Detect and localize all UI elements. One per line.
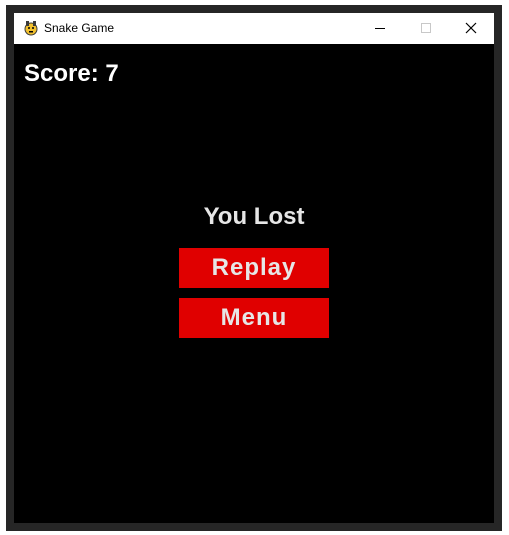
menu-button[interactable]: Menu bbox=[179, 298, 329, 338]
game-over-text: You Lost bbox=[203, 203, 305, 230]
game-canvas[interactable]: Score: 7 You Lost Replay Menu bbox=[14, 44, 494, 523]
game-window: Snake Game Score: 7 You Lost Replay Menu bbox=[6, 5, 502, 531]
pygame-snake-icon bbox=[23, 20, 39, 36]
window-title: Snake Game bbox=[44, 21, 115, 35]
minimize-button[interactable] bbox=[357, 13, 403, 44]
close-button[interactable] bbox=[448, 13, 494, 44]
replay-button[interactable]: Replay bbox=[179, 248, 329, 288]
maximize-icon bbox=[421, 23, 431, 33]
title-bar[interactable]: Snake Game bbox=[14, 13, 494, 44]
minimize-icon bbox=[375, 28, 385, 29]
close-icon bbox=[465, 22, 477, 34]
score-label: Score: 7 bbox=[24, 60, 119, 87]
maximize-button[interactable] bbox=[403, 13, 449, 44]
